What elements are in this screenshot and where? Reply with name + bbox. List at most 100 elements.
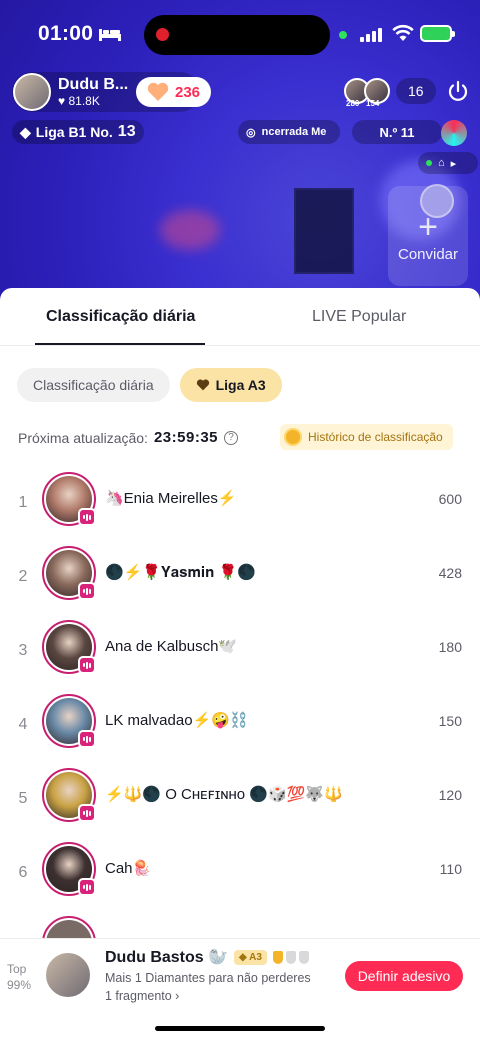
clock-text: 01:00 — [38, 22, 94, 45]
ranking-row[interactable]: 6 Cah🪼 110 — [0, 840, 480, 914]
league-pill[interactable]: ◆ Liga B1 No. 13 — [12, 120, 144, 144]
next-update-time: 23:59:35 — [153, 429, 218, 446]
rank-number: 1 — [18, 494, 28, 511]
viewer-score: 154 — [366, 99, 380, 108]
bed-icon — [99, 29, 122, 41]
recording-dot-icon — [156, 28, 169, 41]
ranking-row[interactable]: 3 Ana de Kalbusch🕊️ 180 — [0, 618, 480, 692]
status-bar: 01:00 — [0, 0, 480, 68]
rank-number: 5 — [18, 790, 28, 807]
ranking-name: 🦄Enia Meirelles⚡ — [105, 490, 237, 507]
hourly-rank-button[interactable]: N.º 11 — [352, 120, 442, 144]
host-likes-value: 81.8K — [68, 94, 100, 108]
cellular-signal-icon — [360, 26, 382, 42]
footer-message: Mais 1 Diamantes para não perderes — [105, 971, 311, 985]
shield-icon — [285, 950, 296, 964]
battery-charging-icon — [420, 25, 455, 42]
ticker-chip[interactable]: ◎ ncerrada Me — [238, 120, 340, 144]
league-number: 13 — [117, 123, 136, 140]
online-dot-icon — [426, 160, 432, 166]
ranking-score: 180 — [438, 639, 462, 655]
ranking-name: Cah🪼 — [105, 860, 152, 877]
camera-indicator-icon — [339, 31, 347, 39]
wifi-icon — [392, 24, 414, 41]
diamond-icon: ◆ — [20, 123, 31, 140]
ranking-avatar[interactable] — [42, 768, 96, 822]
live-indicator-icon — [78, 508, 96, 526]
filter-chips: Classificação diária Liga A3 — [17, 368, 282, 402]
host-name: Dudu B... — [58, 76, 129, 93]
ranking-avatar[interactable] — [42, 620, 96, 674]
like-counter-button[interactable]: 236 — [136, 77, 211, 107]
medal-icon — [284, 428, 302, 446]
league-badge: ◆ A3 — [234, 949, 267, 965]
video-blob — [160, 210, 220, 250]
chip-league[interactable]: Liga A3 — [179, 368, 282, 402]
ranking-score: 150 — [438, 713, 462, 729]
live-indicator-icon — [78, 804, 96, 822]
ranking-row[interactable]: 1 🦄Enia Meirelles⚡ 600 — [0, 470, 480, 544]
ranking-history-label: Histórico de classificação — [308, 430, 443, 444]
next-update-label: Próxima atualização: — [18, 429, 148, 446]
shield-icon — [272, 950, 283, 964]
ranking-score: 120 — [438, 787, 462, 803]
ranking-avatar[interactable] — [42, 472, 96, 526]
viewer-avatar[interactable]: 154 — [364, 78, 390, 108]
ranking-score: 110 — [439, 861, 462, 877]
heart-icon — [196, 379, 209, 391]
viewer-list[interactable]: 280 154 16 — [344, 78, 436, 108]
ranking-row[interactable]: 2 🌑⚡🌹𝐘𝐚𝐬𝐦𝐢𝐧 🌹🌑 428 — [0, 544, 480, 618]
top-percent: Top 99% — [7, 961, 31, 993]
ranking-avatar[interactable] — [42, 842, 96, 896]
spiral-icon: ◎ — [246, 126, 256, 139]
shield-progress — [272, 950, 309, 964]
next-update: Próxima atualização: 23:59:35 ? — [18, 429, 238, 446]
rank-number: 2 — [18, 568, 28, 585]
fragment-link[interactable]: 1 fragmento › — [105, 989, 179, 1003]
ranking-name: 🌑⚡🌹𝐘𝐚𝐬𝐦𝐢𝐧 🌹🌑 — [105, 564, 256, 581]
ranking-row[interactable]: 4 LK malvadao⚡🤪⛓️ 150 — [0, 692, 480, 766]
status-time: 01:00 — [38, 22, 122, 46]
league-row: ◆ Liga B1 No. 13 — [12, 120, 144, 144]
mini-status[interactable]: ⌂ ▸ — [418, 152, 478, 174]
ranking-sheet: Classificação diária LIVE Popular Classi… — [0, 288, 480, 1042]
set-sticker-button[interactable]: Definir adesivo — [345, 961, 463, 991]
ranking-name: LK malvadao⚡🤪⛓️ — [105, 712, 249, 729]
ranking-name: ⚡🔱🌑 O Cʜᴇꜰɪɴʜᴏ 🌑🎲💯🐺🔱 — [105, 786, 343, 803]
tab-daily-ranking[interactable]: Classificação diária — [46, 308, 195, 326]
dynamic-island — [144, 15, 330, 55]
league-badge-label: A3 — [249, 951, 262, 963]
video-wall-frame — [294, 188, 354, 274]
live-indicator-icon — [78, 656, 96, 674]
my-avatar[interactable] — [44, 951, 92, 999]
top-label: Top — [7, 962, 27, 976]
power-icon[interactable] — [446, 80, 470, 104]
rank-number: 6 — [18, 864, 28, 881]
home-icon: ⌂ — [438, 157, 445, 169]
ranking-row[interactable]: 5 ⚡🔱🌑 O Cʜᴇꜰɪɴʜᴏ 🌑🎲💯🐺🔱 120 — [0, 766, 480, 840]
rank-number: 4 — [18, 716, 28, 733]
assistive-touch-button[interactable] — [420, 184, 454, 218]
help-icon[interactable]: ? — [224, 430, 238, 445]
gift-box-icon[interactable] — [441, 120, 467, 146]
invite-label: Convidar — [397, 246, 459, 263]
league-label: Liga B1 No. — [35, 124, 113, 140]
tab-indicator — [35, 343, 205, 345]
shield-icon — [298, 950, 309, 964]
home-indicator — [155, 1026, 325, 1031]
top-value: 99% — [7, 978, 32, 992]
host-likes: ♥ 81.8K — [58, 94, 100, 108]
ranking-avatar[interactable] — [42, 546, 96, 600]
live-indicator-icon — [78, 582, 96, 600]
ranking-score: 428 — [438, 565, 462, 581]
chip-daily-ranking[interactable]: Classificação diária — [17, 368, 170, 402]
tab-live-popular[interactable]: LIVE Popular — [312, 308, 406, 326]
ranking-history-button[interactable]: Histórico de classificação — [280, 424, 453, 450]
ranking-avatar[interactable] — [42, 694, 96, 748]
chip-league-label: Liga A3 — [215, 377, 266, 393]
like-count: 236 — [174, 83, 201, 101]
my-name: Dudu Bastos 🦭 — [105, 949, 229, 966]
viewer-count[interactable]: 16 — [396, 78, 436, 104]
my-name-row: Dudu Bastos 🦭 ◆ A3 — [105, 947, 309, 967]
host-avatar[interactable] — [13, 73, 51, 111]
